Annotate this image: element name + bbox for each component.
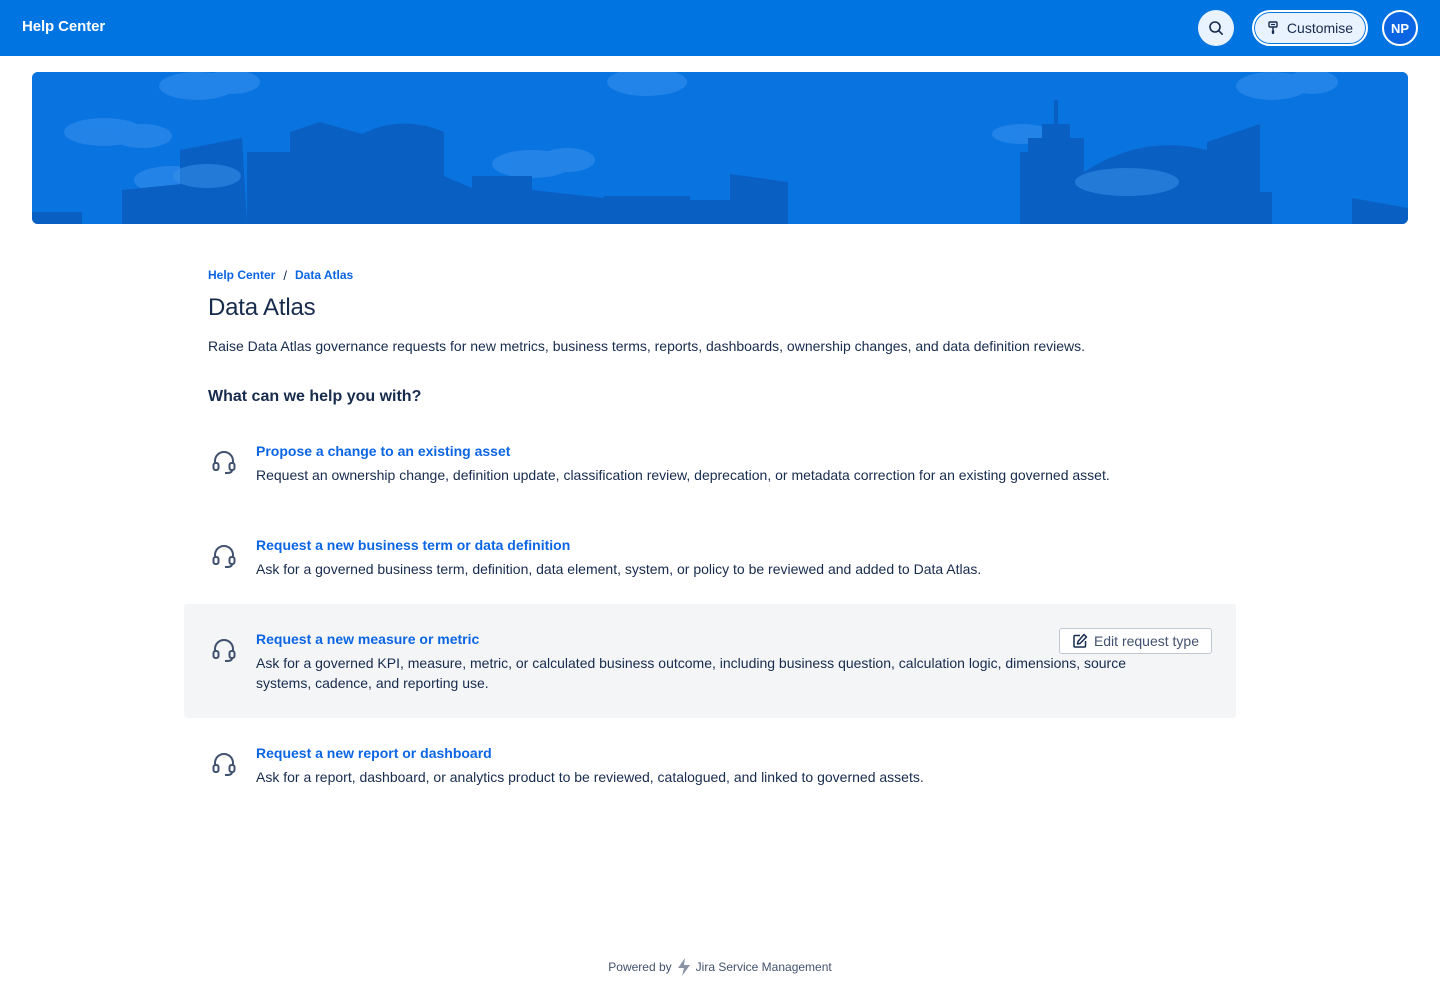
request-item-propose-change[interactable]: Propose a change to an existing asset Re… [184,416,1236,510]
help-center-home-link[interactable]: Help Center [22,18,105,35]
breadcrumb-help-center[interactable]: Help Center [208,268,275,282]
breadcrumb-data-atlas[interactable]: Data Atlas [295,268,353,282]
headset-icon [212,545,236,568]
request-description: Request an ownership change, definition … [256,467,1110,483]
headset-icon [212,753,236,776]
customise-label: Customise [1286,20,1354,36]
request-item-measure-metric[interactable]: Request a new measure or metric Ask for … [184,604,1236,718]
customise-button[interactable]: Customise [1252,10,1368,46]
page-description: Raise Data Atlas governance requests for… [208,338,1086,354]
jira-service-management-logo-icon [677,958,690,976]
page-title: Data Atlas [208,294,316,321]
hero-banner [32,72,1408,224]
request-type-list: Propose a change to an existing asset Re… [184,416,1236,812]
footer: Powered by Jira Service Management [0,958,1440,976]
request-title[interactable]: Request a new business term or data defi… [256,535,1212,555]
breadcrumb-separator: / [283,267,287,283]
breadcrumb: Help Center / Data Atlas [208,258,1238,292]
request-title[interactable]: Request a new report or dashboard [256,743,1212,763]
search-button[interactable] [1198,10,1234,46]
request-description: Ask for a governed business term, defini… [256,561,982,577]
main-content: Help Center / Data Atlas Data Atlas Rais… [208,258,1238,406]
edit-request-type-button[interactable]: Edit request type [1058,628,1212,654]
city-skyline-illustration [32,72,1408,224]
request-description: Ask for a governed KPI, measure, metric,… [256,655,1127,691]
footer-product-link[interactable]: Jira Service Management [696,960,832,974]
headset-icon [212,451,236,474]
request-description: Ask for a report, dashboard, or analytic… [256,769,924,785]
footer-powered-by: Powered by [608,960,672,974]
request-item-report-dashboard[interactable]: Request a new report or dashboard Ask fo… [184,718,1236,812]
section-heading: What can we help you with? [208,388,422,405]
edit-icon [1073,633,1088,648]
avatar-initials: NP [1390,20,1410,36]
paintbrush-icon [1268,21,1278,34]
request-item-business-term[interactable]: Request a new business term or data defi… [184,510,1236,604]
top-navigation: Help Center Customise NP [0,0,1440,56]
user-avatar[interactable]: NP [1382,10,1418,46]
request-title[interactable]: Propose a change to an existing asset [256,441,1212,461]
search-icon [1209,21,1223,35]
headset-icon [212,639,236,662]
edit-request-type-label: Edit request type [1093,633,1199,649]
